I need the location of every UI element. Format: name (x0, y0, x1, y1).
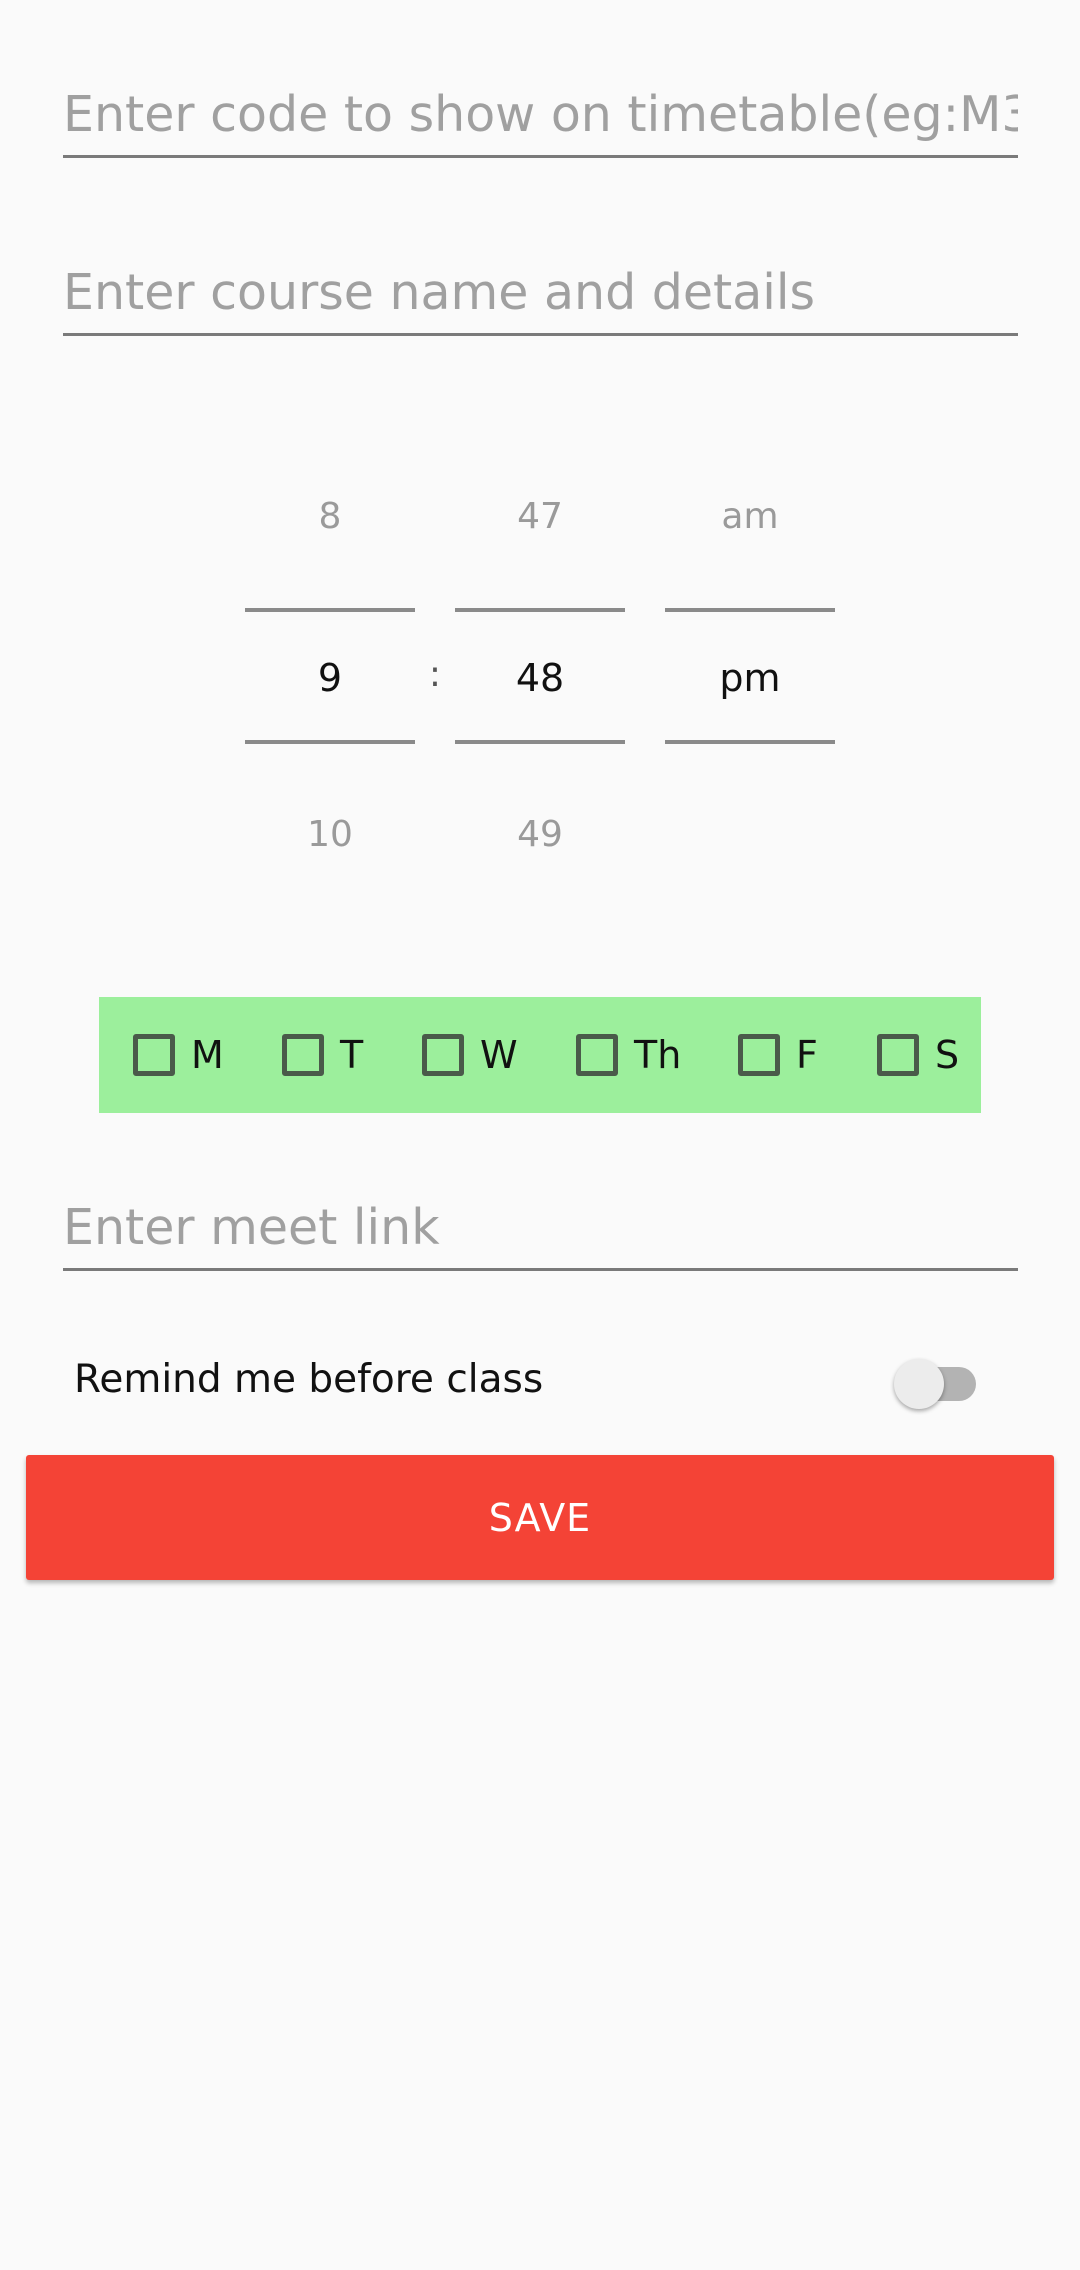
minute-divider-top (455, 608, 625, 612)
reminder-toggle[interactable] (894, 1357, 978, 1409)
hour-prev-value[interactable]: 8 (245, 496, 415, 537)
reminder-label: Remind me before class (74, 1357, 544, 1402)
day-checkbox-wednesday[interactable]: W (422, 997, 518, 1113)
checkbox-icon[interactable] (422, 1034, 464, 1076)
day-checkbox-monday[interactable]: M (133, 997, 224, 1113)
day-checkbox-saturday[interactable]: S (877, 997, 959, 1113)
checkbox-icon[interactable] (282, 1034, 324, 1076)
ampm-prev-value[interactable]: am (665, 496, 835, 537)
hour-selected-value[interactable]: 9 (245, 656, 415, 700)
minute-prev-value[interactable]: 47 (455, 496, 625, 537)
timetable-code-input[interactable] (63, 78, 1018, 158)
time-separator: : (428, 654, 442, 695)
checkbox-icon[interactable] (877, 1034, 919, 1076)
day-checkbox-thursday[interactable]: Th (576, 997, 681, 1113)
day-label: Th (634, 1033, 682, 1077)
ampm-picker[interactable]: am pm (665, 470, 835, 870)
toggle-thumb (894, 1359, 944, 1409)
minute-picker[interactable]: 47 48 49 (455, 470, 625, 870)
meet-link-input[interactable] (63, 1191, 1018, 1271)
hour-divider-top (245, 608, 415, 612)
day-checkbox-friday[interactable]: F (738, 997, 818, 1113)
hour-next-value[interactable]: 10 (245, 814, 415, 855)
hour-picker[interactable]: 8 9 10 (245, 470, 415, 870)
days-of-week-bar: M T W Th F S (99, 997, 981, 1113)
course-name-input[interactable] (63, 256, 1018, 336)
day-label: W (480, 1033, 518, 1077)
day-label: S (935, 1033, 960, 1077)
minute-selected-value[interactable]: 48 (455, 656, 625, 700)
ampm-divider-bottom (665, 740, 835, 744)
day-label: M (191, 1033, 224, 1077)
add-class-screen: 8 9 10 : 47 48 49 am pm M T W (0, 0, 1080, 2270)
checkbox-icon[interactable] (133, 1034, 175, 1076)
minute-next-value[interactable]: 49 (455, 814, 625, 855)
checkbox-icon[interactable] (738, 1034, 780, 1076)
hour-divider-bottom (245, 740, 415, 744)
save-button[interactable]: SAVE (26, 1455, 1054, 1580)
checkbox-icon[interactable] (576, 1034, 618, 1076)
day-label: T (340, 1033, 364, 1077)
minute-divider-bottom (455, 740, 625, 744)
day-checkbox-tuesday[interactable]: T (282, 997, 363, 1113)
ampm-divider-top (665, 608, 835, 612)
day-label: F (796, 1033, 818, 1077)
ampm-selected-value[interactable]: pm (665, 656, 835, 700)
